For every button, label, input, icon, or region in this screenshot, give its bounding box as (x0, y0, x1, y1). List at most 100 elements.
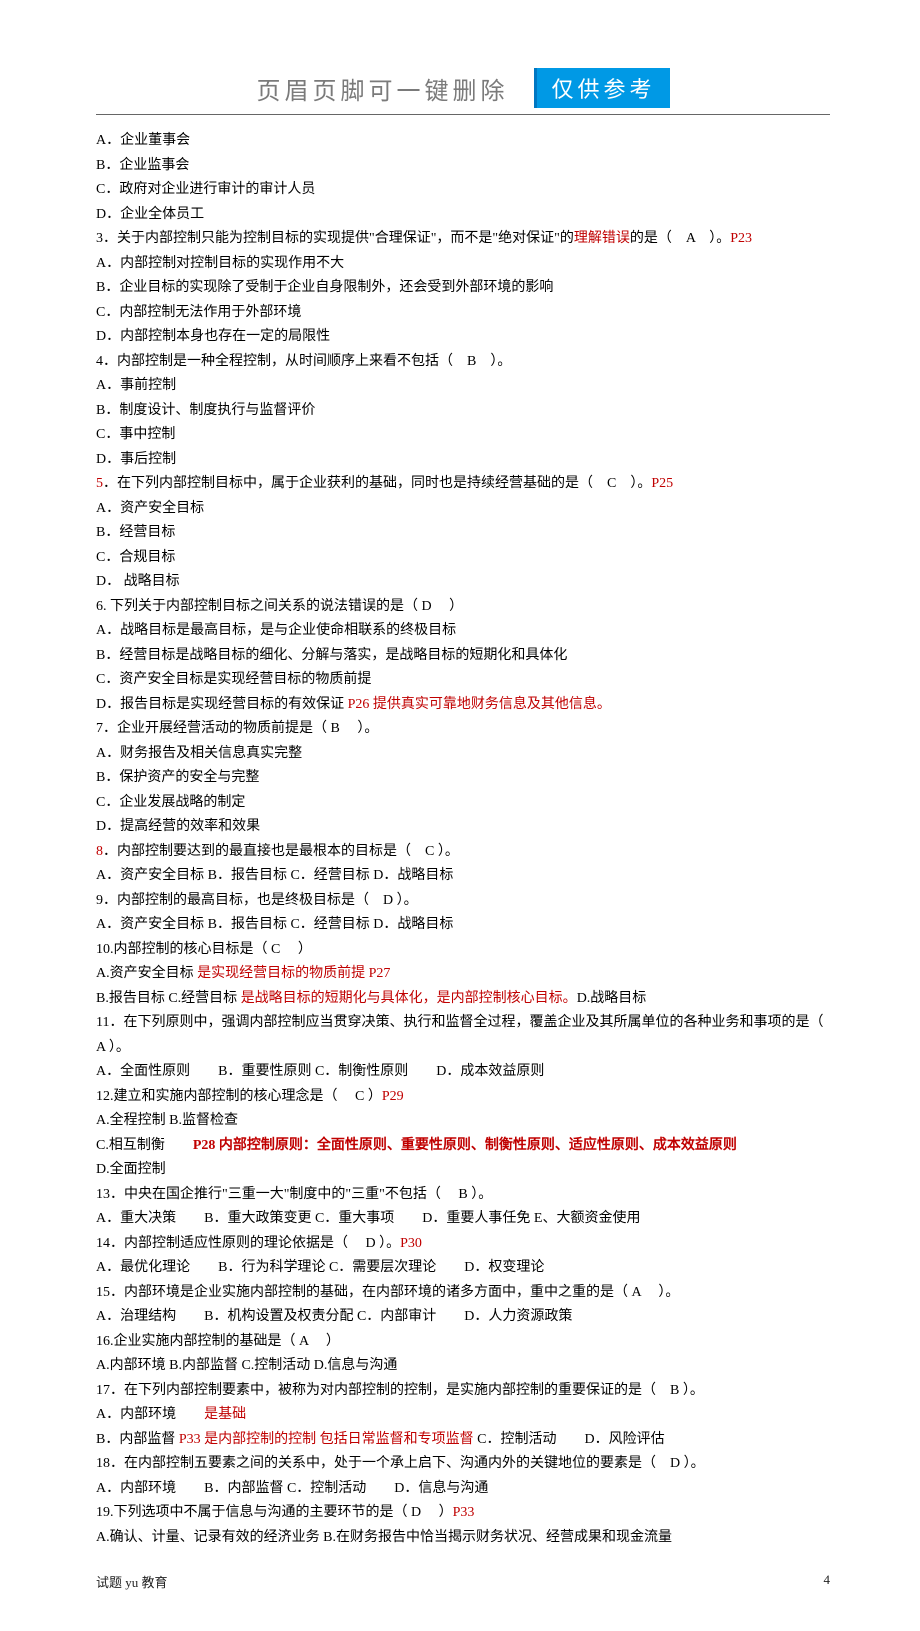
text-segment: D.全面控制 (96, 1162, 166, 1177)
text-segment: D． 战略目标 (96, 574, 180, 589)
text-line: B．企业监事会 (96, 154, 830, 179)
text-segment: A.全程控制 B.监督检查 (96, 1113, 238, 1128)
text-line: B．制度设计、制度执行与监督评价 (96, 399, 830, 424)
text-segment: D.战略目标 (577, 991, 647, 1006)
text-line: D．事后控制 (96, 448, 830, 473)
text-segment: D．报告目标是实现经营目标的有效保证 (96, 697, 348, 712)
text-line: A．治理结构 B．机构设置及权责分配 C．内部审计 D．人力资源政策 (96, 1305, 830, 1330)
text-line: A．内部环境 是基础 (96, 1403, 830, 1428)
text-line: 19.下列选项中不属于信息与沟通的主要环节的是（ D ）P33 (96, 1501, 830, 1526)
text-segment: P33 (453, 1505, 475, 1520)
text-segment: 是实现经营目标的物质前提 P27 (197, 966, 390, 981)
text-segment: P29 (382, 1089, 404, 1104)
text-segment: 15．内部环境是企业实施内部控制的基础，在内部环境的诸多方面中，重中之重的是（ … (96, 1285, 679, 1300)
text-segment: 8 (96, 844, 103, 859)
text-segment: 理解错误 (574, 231, 630, 246)
text-segment: A．重大决策 B．重大政策变更 C．重大事项 D．重要人事任免 E、大额资金使用 (96, 1211, 640, 1226)
text-line: A.确认、计量、记录有效的经济业务 B.在财务报告中恰当揭示财务状况、经营成果和… (96, 1526, 830, 1551)
text-segment: C.相互制衡 (96, 1138, 193, 1153)
text-segment: A．治理结构 B．机构设置及权责分配 C．内部审计 D．人力资源政策 (96, 1309, 572, 1324)
text-segment: B．企业目标的实现除了受制于企业自身限制外，还会受到外部环境的影响 (96, 280, 553, 295)
text-line: B．保护资产的安全与完整 (96, 766, 830, 791)
text-segment: 19.下列选项中不属于信息与沟通的主要环节的是（ D ） (96, 1505, 453, 1520)
text-line: 13．中央在国企推行"三重一大"制度中的"三重"不包括（ B ）。 (96, 1183, 830, 1208)
text-line: D． 战略目标 (96, 570, 830, 595)
text-segment: B．企业监事会 (96, 158, 189, 173)
text-line: D．报告目标是实现经营目标的有效保证 P26 提供真实可靠地财务信息及其他信息。 (96, 693, 830, 718)
text-segment: A．企业董事会 (96, 133, 190, 148)
text-line: 14．内部控制适应性原则的理论依据是（ D ）。P30 (96, 1232, 830, 1257)
text-segment: A．战略目标是最高目标，是与企业使命相联系的终极目标 (96, 623, 456, 638)
text-line: A．战略目标是最高目标，是与企业使命相联系的终极目标 (96, 619, 830, 644)
text-segment: 9．内部控制的最高目标，也是终极目标是（ D ）。 (96, 893, 418, 908)
text-segment: C．企业发展战略的制定 (96, 795, 245, 810)
text-line: C．企业发展战略的制定 (96, 791, 830, 816)
text-segment: A．内部控制对控制目标的实现作用不大 (96, 256, 344, 271)
text-segment: B．经营目标是战略目标的细化、分解与落实，是战略目标的短期化和具体化 (96, 648, 567, 663)
text-line: C．内部控制无法作用于外部环境 (96, 301, 830, 326)
text-line: A.全程控制 B.监督检查 (96, 1109, 830, 1134)
text-segment: C．政府对企业进行审计的审计人员 (96, 182, 315, 197)
text-segment: D．内部控制本身也存在一定的局限性 (96, 329, 330, 344)
text-segment: D．事后控制 (96, 452, 176, 467)
text-line: A．事前控制 (96, 374, 830, 399)
text-line: B．内部监督 P33 是内部控制的控制 包括日常监督和专项监督 C．控制活动 D… (96, 1428, 830, 1453)
page-header: 页眉页脚可一键删除 仅供参考 (96, 68, 830, 108)
text-line: B.报告目标 C.经营目标 是战略目标的短期化与具体化，是内部控制核心目标。D.… (96, 987, 830, 1012)
text-line: D．内部控制本身也存在一定的局限性 (96, 325, 830, 350)
text-line: 12.建立和实施内部控制的核心理念是（ C ）P29 (96, 1085, 830, 1110)
text-segment: D．企业全体员工 (96, 207, 204, 222)
text-line: D．提高经营的效率和效果 (96, 815, 830, 840)
text-segment: 10.内部控制的核心目标是（ C ） (96, 942, 312, 957)
text-line: A．内部环境 B．内部监督 C．控制活动 D．信息与沟通 (96, 1477, 830, 1502)
text-line: 16.企业实施内部控制的基础是（ A ） (96, 1330, 830, 1355)
text-line: 17．在下列内部控制要素中，被称为对内部控制的控制，是实施内部控制的重要保证的是… (96, 1379, 830, 1404)
text-segment: ．内部控制要达到的最直接也是最根本的目标是（ C ）。 (103, 844, 459, 859)
text-line: A．全面性原则 B．重要性原则 C．制衡性原则 D．成本效益原则 (96, 1060, 830, 1085)
text-line: 6. 下列关于内部控制目标之间关系的说法错误的是（ D ） (96, 595, 830, 620)
header-badge: 仅供参考 (534, 68, 669, 108)
text-line: B．企业目标的实现除了受制于企业自身限制外，还会受到外部环境的影响 (96, 276, 830, 301)
text-segment: 17．在下列内部控制要素中，被称为对内部控制的控制，是实施内部控制的重要保证的是… (96, 1383, 704, 1398)
text-segment: 11．在下列原则中，强调内部控制应当贯穿决策、执行和监督全过程，覆盖企业及其所属… (96, 1015, 823, 1055)
text-segment: B.报告目标 C.经营目标 (96, 991, 241, 1006)
text-segment: A．资产安全目标 B．报告目标 C．经营目标 D．战略目标 (96, 917, 453, 932)
text-line: A．资产安全目标 B．报告目标 C．经营目标 D．战略目标 (96, 913, 830, 938)
text-segment: A．财务报告及相关信息真实完整 (96, 746, 302, 761)
text-segment: D．提高经营的效率和效果 (96, 819, 260, 834)
text-line: 5．在下列内部控制目标中，属于企业获利的基础，同时也是持续经营基础的是（ C ）… (96, 472, 830, 497)
text-line: C．政府对企业进行审计的审计人员 (96, 178, 830, 203)
text-segment: C．资产安全目标是实现经营目标的物质前提 (96, 672, 371, 687)
text-segment: A．资产安全目标 B．报告目标 C．经营目标 D．战略目标 (96, 868, 453, 883)
text-segment: 7．企业开展经营活动的物质前提是（ B ）。 (96, 721, 378, 736)
text-segment: 是基础 (204, 1407, 246, 1422)
text-line: 9．内部控制的最高目标，也是终极目标是（ D ）。 (96, 889, 830, 914)
text-segment: A．内部环境 (96, 1407, 204, 1422)
text-line: D.全面控制 (96, 1158, 830, 1183)
header-title: 页眉页脚可一键删除 (256, 71, 508, 106)
text-line: C．合规目标 (96, 546, 830, 571)
text-line: 11．在下列原则中，强调内部控制应当贯穿决策、执行和监督全过程，覆盖企业及其所属… (96, 1011, 830, 1060)
text-line: A．资产安全目标 (96, 497, 830, 522)
text-segment: 12.建立和实施内部控制的核心理念是（ C ） (96, 1089, 382, 1104)
text-segment: 16.企业实施内部控制的基础是（ A ） (96, 1334, 340, 1349)
text-line: B．经营目标 (96, 521, 830, 546)
text-segment: P25 (651, 476, 673, 491)
text-segment: ．在下列内部控制目标中，属于企业获利的基础，同时也是持续经营基础的是（ C ）。 (103, 476, 651, 491)
header-divider (96, 114, 830, 115)
footer-page-number: 4 (824, 1572, 831, 1591)
text-segment: 4．内部控制是一种全程控制，从时间顺序上来看不包括（ B ）。 (96, 354, 511, 369)
text-segment: A．全面性原则 B．重要性原则 C．制衡性原则 D．成本效益原则 (96, 1064, 544, 1079)
text-line: A.资产安全目标 是实现经营目标的物质前提 P27 (96, 962, 830, 987)
text-segment: 13．中央在国企推行"三重一大"制度中的"三重"不包括（ B ）。 (96, 1187, 492, 1202)
text-segment: 是战略目标的短期化与具体化，是内部控制核心目标。 (241, 991, 577, 1006)
text-line: A．最优化理论 B．行为科学理论 C．需要层次理论 D．权变理论 (96, 1256, 830, 1281)
text-segment: C．事中控制 (96, 427, 175, 442)
text-segment: 18．在内部控制五要素之间的关系中，处于一个承上启下、沟通内外的关键地位的要素是… (96, 1456, 705, 1471)
text-segment: B．制度设计、制度执行与监督评价 (96, 403, 315, 418)
text-segment: P23 (730, 231, 752, 246)
text-segment: 3．关于内部控制只能为控制目标的实现提供"合理保证"，而不是"绝对保证"的 (96, 231, 574, 246)
text-line: A．财务报告及相关信息真实完整 (96, 742, 830, 767)
text-segment: A.内部环境 B.内部监督 C.控制活动 D.信息与沟通 (96, 1358, 397, 1373)
text-segment: 14．内部控制适应性原则的理论依据是（ D ）。 (96, 1236, 400, 1251)
